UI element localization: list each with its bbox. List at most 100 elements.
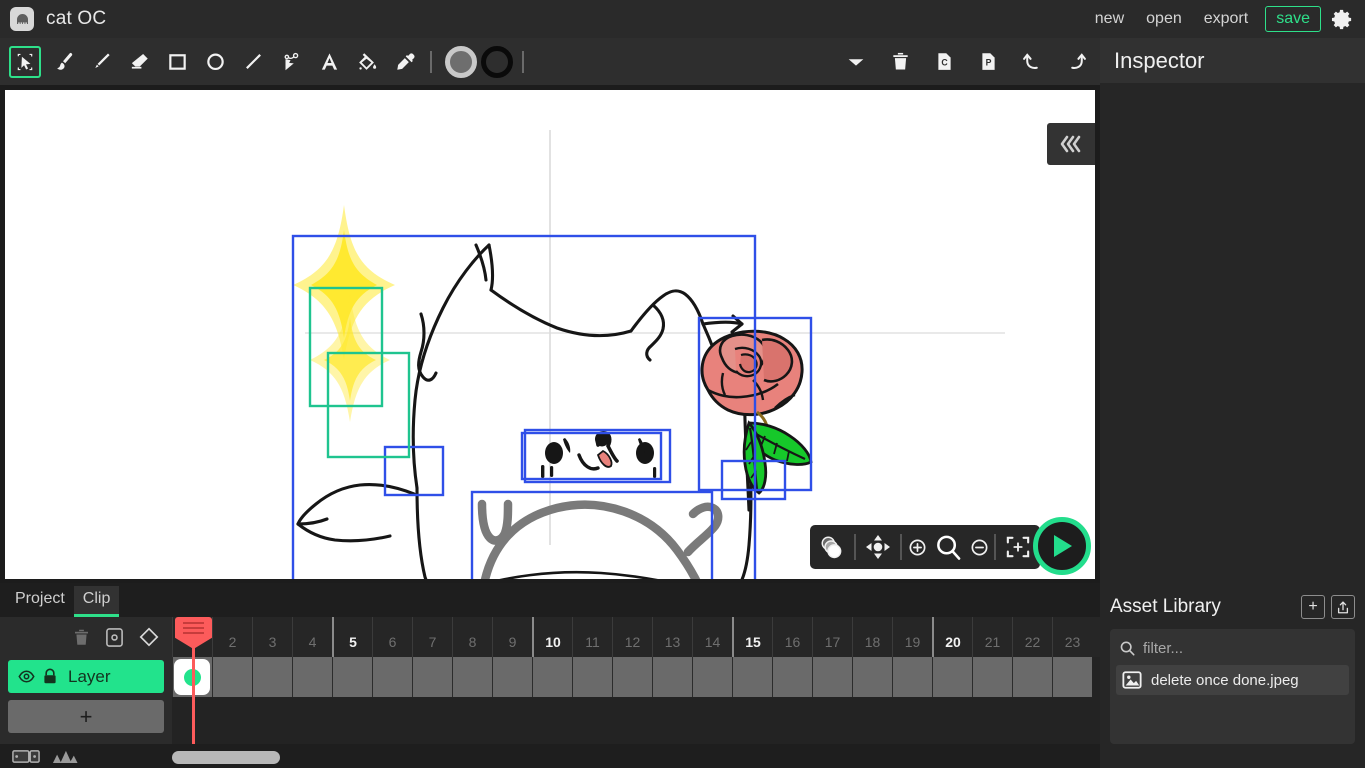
frame-cell[interactable] [972,657,1012,697]
layer-row-label: Layer [68,666,111,686]
lock-icon[interactable] [42,668,58,685]
asset-list-item[interactable]: delete once done.jpeg [1116,665,1349,695]
frame-cell[interactable] [812,657,852,697]
layer-row[interactable]: Layer [8,660,164,693]
ruler-tick[interactable]: 5 [332,617,372,657]
frame-cell[interactable] [772,657,812,697]
frame-cell[interactable] [372,657,412,697]
ruler-tick[interactable]: 16 [772,617,812,657]
add-asset-button[interactable]: + [1301,595,1325,619]
select-tool[interactable] [9,45,41,78]
fill-color-swatch[interactable] [445,45,477,78]
asset-filter-input[interactable] [1143,639,1333,657]
ruler-tick[interactable]: 12 [612,617,652,657]
frame-cell[interactable] [932,657,972,697]
frame-cell[interactable] [212,657,252,697]
new-button[interactable]: new [1084,6,1135,32]
eye-icon[interactable] [18,668,35,685]
frame-cell[interactable] [532,657,572,697]
frame-cell[interactable] [1052,657,1092,697]
frame-cell[interactable] [852,657,892,697]
timeline-empty-row[interactable] [172,697,1100,743]
frame-cell[interactable] [612,657,652,697]
timeline-frames-row[interactable] [172,657,1100,697]
tab-clip[interactable]: Clip [73,586,120,617]
asset-filter-row[interactable] [1116,635,1349,661]
pencil-tool[interactable] [85,46,117,78]
ruler-tick[interactable]: 20 [932,617,972,657]
frame-cell[interactable] [1012,657,1052,697]
move-pan-icon[interactable] [859,528,897,566]
ruler-tick[interactable]: 17 [812,617,852,657]
zoom-out-icon[interactable] [967,528,991,566]
copy-c-icon[interactable]: C [928,46,960,78]
undo-icon[interactable] [1016,46,1048,78]
redo-icon[interactable] [1060,46,1092,78]
ruler-tick[interactable]: 6 [372,617,412,657]
frame-cell[interactable] [292,657,332,697]
ruler-tick[interactable]: 13 [652,617,692,657]
play-button[interactable] [1033,517,1091,575]
line-tool[interactable] [237,46,269,78]
delete-layer-trash-icon[interactable] [72,628,91,647]
layer-column: Layer + [0,617,172,744]
ruler-tick[interactable]: 4 [292,617,332,657]
chevron-down-icon[interactable] [840,46,872,78]
ruler-tick[interactable]: 19 [892,617,932,657]
onion-frame-icon[interactable] [105,627,124,648]
ruler-tick[interactable]: 21 [972,617,1012,657]
frame-cell[interactable] [892,657,932,697]
magnifier-icon[interactable] [929,528,967,566]
paste-p-icon[interactable]: P [972,46,1004,78]
rectangle-tool[interactable] [161,46,193,78]
ruler-tick[interactable]: 18 [852,617,892,657]
frame-cell[interactable] [572,657,612,697]
diamond-keyframe-icon[interactable] [138,626,160,648]
open-button[interactable]: open [1135,6,1193,32]
drawing-canvas[interactable] [5,90,1095,579]
ruler-tick[interactable]: 3 [252,617,292,657]
frame-cell[interactable] [252,657,292,697]
brush-tool[interactable] [47,46,79,78]
onion-skin-icon[interactable] [813,528,851,566]
upload-share-icon[interactable] [1331,595,1355,619]
ruler-tick[interactable]: 10 [532,617,572,657]
text-tool[interactable] [313,46,345,78]
ruler-tick[interactable]: 2 [212,617,252,657]
ellipse-tool[interactable] [199,46,231,78]
frame-cell[interactable] [452,657,492,697]
eyedropper-tool[interactable] [389,46,421,78]
frames-view-icon[interactable] [12,749,40,764]
save-button[interactable]: save [1265,6,1321,32]
ruler-tick[interactable]: 11 [572,617,612,657]
collapse-inspector-button[interactable] [1047,123,1095,165]
frame-cell[interactable] [332,657,372,697]
mountain-graph-icon[interactable] [52,749,78,764]
bezier-pen-tool[interactable] [275,46,307,78]
frame-cell[interactable] [492,657,532,697]
ruler-tick[interactable]: 8 [452,617,492,657]
frame-cell[interactable] [732,657,772,697]
frame-cell[interactable] [412,657,452,697]
ruler-tick[interactable]: 23 [1052,617,1092,657]
ruler-tick[interactable]: 9 [492,617,532,657]
playhead[interactable] [175,617,212,744]
ruler-tick[interactable]: 15 [732,617,772,657]
fit-screen-icon[interactable] [999,528,1037,566]
tab-project[interactable]: Project [6,586,74,617]
frame-cell[interactable] [692,657,732,697]
ruler-tick[interactable]: 7 [412,617,452,657]
frame-cell[interactable] [652,657,692,697]
timeline-horizontal-scrollbar[interactable] [172,751,280,764]
export-button[interactable]: export [1193,6,1259,32]
ruler-tick[interactable]: 14 [692,617,732,657]
eraser-tool[interactable] [123,46,155,78]
paint-bucket-tool[interactable] [351,46,383,78]
stroke-color-swatch[interactable] [481,45,513,78]
zoom-in-icon[interactable] [905,528,929,566]
ruler-tick[interactable]: 22 [1012,617,1052,657]
trash-icon[interactable] [884,46,916,78]
add-layer-button[interactable]: + [8,700,164,733]
timeline-ruler[interactable]: 2 3 4 5 6 7 8 9 10 11 12 13 14 15 16 17 18 19 20 21 22 23 [172,617,1100,657]
gear-icon[interactable] [1327,4,1357,34]
